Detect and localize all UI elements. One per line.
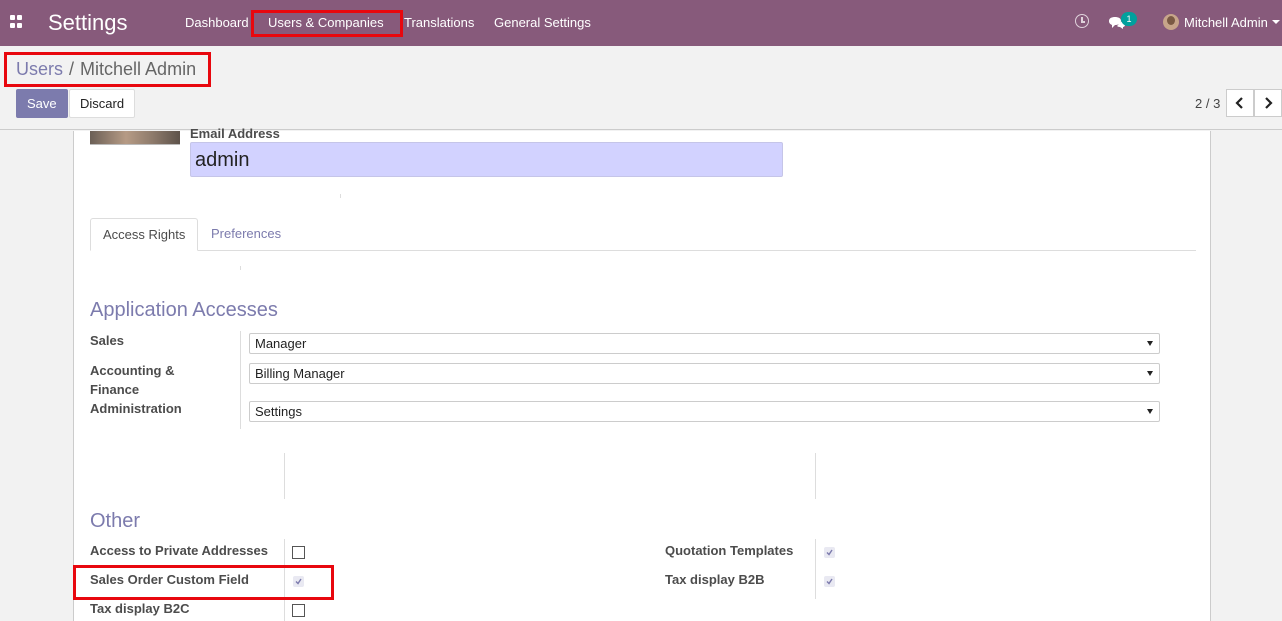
menu-users-companies[interactable]: Users & Companies: [268, 15, 384, 30]
caret-down-icon[interactable]: [1272, 20, 1280, 24]
sales-access-value: Manager: [255, 336, 307, 351]
administration-access-value: Settings: [255, 404, 302, 419]
field-label-administration: Administration: [90, 401, 182, 416]
administration-access-select[interactable]: Settings: [249, 401, 1160, 422]
accounting-access-value: Billing Manager: [255, 366, 345, 381]
tax-display-b2c-checkbox[interactable]: [292, 604, 305, 617]
top-navbar: Settings Dashboard Users & Companies Tra…: [0, 0, 1282, 46]
breadcrumb-current: Mitchell Admin: [80, 59, 197, 79]
form-sheet: Email Address admin Access Rights Prefer…: [73, 126, 1211, 621]
pager-value[interactable]: 2 / 3: [1195, 96, 1220, 111]
apps-menu-icon[interactable]: [10, 15, 23, 28]
divider: [240, 266, 241, 270]
tax-display-b2b-checkbox[interactable]: [824, 576, 835, 587]
dropdown-arrow-icon: [1147, 341, 1153, 346]
pager-previous-button[interactable]: [1226, 89, 1254, 117]
sales-order-custom-field-checkbox[interactable]: [293, 576, 304, 587]
chevron-left-icon: [1235, 97, 1243, 109]
divider: [815, 453, 816, 499]
menu-dashboard[interactable]: Dashboard: [185, 15, 249, 30]
breadcrumb: Users / Mitchell Admin: [16, 59, 196, 80]
field-label-quotation-templates: Quotation Templates: [665, 543, 794, 558]
field-label-tax-display-b2b: Tax display B2B: [665, 572, 765, 587]
dropdown-arrow-icon: [1147, 409, 1153, 414]
divider: [815, 539, 816, 599]
activity-clock-icon[interactable]: [1075, 14, 1089, 28]
field-label-sales-order-custom-field: Sales Order Custom Field: [90, 572, 249, 587]
tab-preferences[interactable]: Preferences: [199, 218, 293, 251]
private-addresses-checkbox[interactable]: [292, 546, 305, 559]
menu-translations[interactable]: Translations: [404, 15, 474, 30]
chevron-right-icon: [1265, 97, 1273, 109]
breadcrumb-separator: /: [69, 59, 75, 79]
field-label-tax-display-b2c: Tax display B2C: [90, 601, 190, 616]
accounting-access-select[interactable]: Billing Manager: [249, 363, 1160, 384]
pager-next-button[interactable]: [1254, 89, 1282, 117]
dropdown-arrow-icon: [1147, 371, 1153, 376]
email-field[interactable]: admin: [190, 142, 783, 177]
tab-access-rights[interactable]: Access Rights: [90, 218, 199, 251]
checkmark-icon: [295, 578, 302, 585]
save-button[interactable]: Save: [16, 89, 68, 118]
sales-access-select[interactable]: Manager: [249, 333, 1160, 354]
checkmark-icon: [826, 578, 833, 585]
divider: [284, 539, 285, 621]
menu-general-settings[interactable]: General Settings: [494, 15, 591, 30]
user-menu-name[interactable]: Mitchell Admin: [1184, 15, 1268, 30]
quotation-templates-checkbox[interactable]: [824, 547, 835, 558]
divider: [284, 453, 285, 499]
form-tabs: Access Rights Preferences: [90, 218, 1196, 251]
discard-button[interactable]: Discard: [69, 89, 136, 118]
section-title-other: Other: [90, 510, 141, 532]
checkmark-icon: [826, 549, 833, 556]
app-title: Settings: [48, 10, 128, 35]
user-avatar[interactable]: [1163, 14, 1179, 30]
control-panel: Users / Mitchell Admin Save Discard 2 / 3: [0, 46, 1282, 130]
divider: [240, 331, 241, 429]
field-label-accounting: Accounting & Finance: [90, 363, 175, 397]
field-label-sales: Sales: [90, 333, 124, 348]
email-label: Email Address: [190, 126, 280, 141]
user-photo[interactable]: [90, 131, 180, 145]
section-title-application-accesses: Application Accesses: [90, 299, 278, 321]
field-label-private-addresses: Access to Private Addresses: [90, 543, 269, 558]
divider: [340, 194, 341, 198]
breadcrumb-users-link[interactable]: Users: [16, 59, 63, 79]
messages-count-badge: 1: [1121, 12, 1137, 26]
